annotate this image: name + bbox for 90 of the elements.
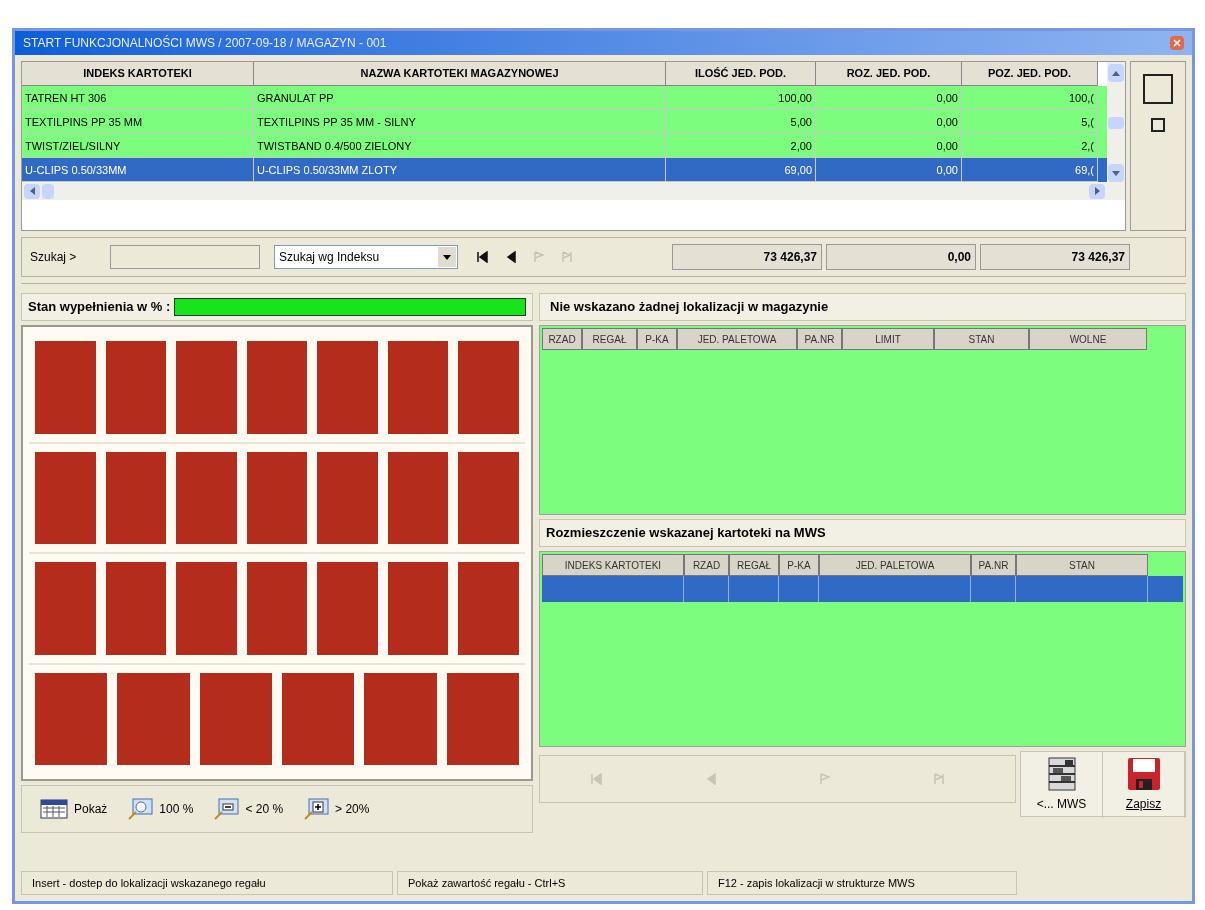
- rack-slot[interactable]: [246, 341, 308, 434]
- column-header[interactable]: JED. PALETOWA: [819, 554, 971, 576]
- rack-slot[interactable]: [282, 672, 355, 765]
- scroll-thumb[interactable]: [1108, 117, 1124, 129]
- column-header[interactable]: LIMIT: [842, 328, 934, 350]
- column-header[interactable]: RZAD: [684, 554, 729, 576]
- column-header[interactable]: PA.NR: [797, 328, 842, 350]
- next-arrow-icon: [533, 251, 545, 263]
- column-header[interactable]: STAN: [1016, 554, 1148, 576]
- rack-slot[interactable]: [246, 562, 308, 655]
- rack-slot[interactable]: [35, 672, 108, 765]
- status-text: F12 - zapis lokalizacji w strukturze MWS: [707, 871, 1017, 895]
- rack-slot[interactable]: [246, 451, 308, 544]
- column-header[interactable]: ILOŚĆ JED. POD.: [666, 62, 816, 86]
- status-text: Pokaż zawartość regału - Ctrl+S: [397, 871, 703, 895]
- caret-icon: [1094, 187, 1100, 195]
- horizontal-scrollbar[interactable]: [22, 182, 1125, 200]
- table-row[interactable]: U-CLIPS 0.50/33MM U-CLIPS 0.50/33MM ZLOTY 69,00 0,00 69,(: [22, 158, 1107, 182]
- total-field: 73 426,37: [672, 244, 822, 270]
- search-field[interactable]: [110, 245, 260, 269]
- column-header[interactable]: RZAD: [542, 328, 582, 350]
- section-title: Nie wskazano żadnej lokalizacji w magazynie: [550, 298, 829, 317]
- fill-label: Stan wypełnienia w % :: [28, 298, 171, 317]
- rack-slot[interactable]: [105, 341, 167, 434]
- close-button[interactable]: [1170, 36, 1184, 50]
- nav-first-button[interactable]: [476, 250, 490, 264]
- table-row[interactable]: TEXTILPINS PP 35 MM TEXTILPINS PP 35 MM - SILNY 5,00 0,00 5,(: [22, 110, 1107, 134]
- total-field: 0,00: [826, 244, 976, 270]
- first-arrow-icon: [591, 773, 603, 785]
- column-header[interactable]: PA.NR: [971, 554, 1016, 576]
- first-arrow-icon: [477, 251, 489, 263]
- view-show-button[interactable]: Pokaż: [40, 799, 108, 819]
- total-field: 73 426,37: [980, 244, 1130, 270]
- rack-slot[interactable]: [387, 341, 449, 434]
- scroll-right-button[interactable]: [1089, 183, 1105, 199]
- last-arrow-icon: [933, 773, 945, 785]
- scroll-left-button[interactable]: [24, 183, 40, 199]
- section-title: Rozmieszczenie wskazanej kartoteki na MWS: [546, 524, 826, 543]
- column-header[interactable]: STAN: [934, 328, 1029, 350]
- mws-button[interactable]: <... MWS: [1021, 752, 1103, 818]
- rack-slot[interactable]: [387, 562, 449, 655]
- column-header[interactable]: REGAŁ: [729, 554, 779, 576]
- rack-slot[interactable]: [387, 451, 449, 544]
- scroll-thumb[interactable]: [42, 183, 54, 199]
- zoom-out-icon: [213, 798, 240, 820]
- column-header[interactable]: INDEKS KARTOTEKI: [542, 554, 684, 576]
- next-arrow-icon: [819, 773, 831, 785]
- column-header[interactable]: JED. PALETOWA: [677, 328, 797, 350]
- prev-arrow-icon: [505, 251, 517, 263]
- window-title: START FUNKCJONALNOŚCI MWS / 2007-09-18 / MAGAZYN - 001: [23, 34, 387, 52]
- search-label: Szukaj >: [30, 249, 78, 266]
- maximize-button[interactable]: [1143, 74, 1173, 104]
- column-header[interactable]: P-KA: [637, 328, 677, 350]
- vertical-scrollbar[interactable]: [1107, 62, 1125, 182]
- shelves-icon: [1046, 757, 1077, 791]
- magnifier-icon: [127, 798, 154, 820]
- caret-icon: [1112, 170, 1120, 176]
- table-row[interactable]: TATREN HT 306 GRANULAT PP 100,00 0,00 100,(: [22, 86, 1107, 110]
- restore-button[interactable]: [1151, 118, 1165, 132]
- rack-slot[interactable]: [199, 672, 272, 765]
- save-button[interactable]: Zapisz: [1103, 752, 1185, 818]
- scroll-down-button[interactable]: [1108, 164, 1124, 182]
- view-zoom-out-button[interactable]: < 20 %: [213, 798, 284, 820]
- dropdown-button[interactable]: [438, 247, 456, 267]
- last-arrow-icon: [561, 251, 573, 263]
- rack-slot[interactable]: [458, 451, 520, 544]
- rack-slot[interactable]: [446, 672, 519, 765]
- status-text: Insert - dostep do lokalizacji wskazanego regału: [21, 871, 393, 895]
- caret-icon: [29, 187, 35, 195]
- scroll-up-button[interactable]: [1108, 64, 1124, 82]
- rack-slot[interactable]: [105, 562, 167, 655]
- calendar-icon: [40, 799, 68, 819]
- caret-icon: [1112, 70, 1120, 76]
- column-header[interactable]: P-KA: [779, 554, 819, 576]
- column-header[interactable]: ROZ. JED. POD.: [816, 62, 962, 86]
- nav-prev-button[interactable]: [504, 250, 518, 264]
- view-zoom-in-button[interactable]: > 20%: [303, 798, 370, 820]
- column-header[interactable]: INDEKS KARTOTEKI: [22, 62, 254, 86]
- column-header[interactable]: REGAŁ: [582, 328, 637, 350]
- column-header[interactable]: POZ. JED. POD.: [962, 62, 1098, 86]
- view-zoom-button[interactable]: 100 %: [127, 798, 194, 820]
- rack-slot[interactable]: [105, 451, 167, 544]
- close-icon: [1173, 39, 1181, 47]
- caret-icon: [443, 254, 451, 260]
- column-header[interactable]: WOLNE: [1029, 328, 1147, 350]
- search-mode-dropdown[interactable]: Szukaj wg Indeksu: [274, 245, 458, 269]
- zoom-in-icon: [303, 798, 330, 820]
- prev-arrow-icon: [705, 773, 717, 785]
- column-header[interactable]: NAZWA KARTOTEKI MAGAZYNOWEJ: [254, 62, 666, 86]
- table-row[interactable]: TWIST/ZIEL/SILNY TWISTBAND 0.4/500 ZIELONY 2,00 0,00 2,(: [22, 134, 1107, 158]
